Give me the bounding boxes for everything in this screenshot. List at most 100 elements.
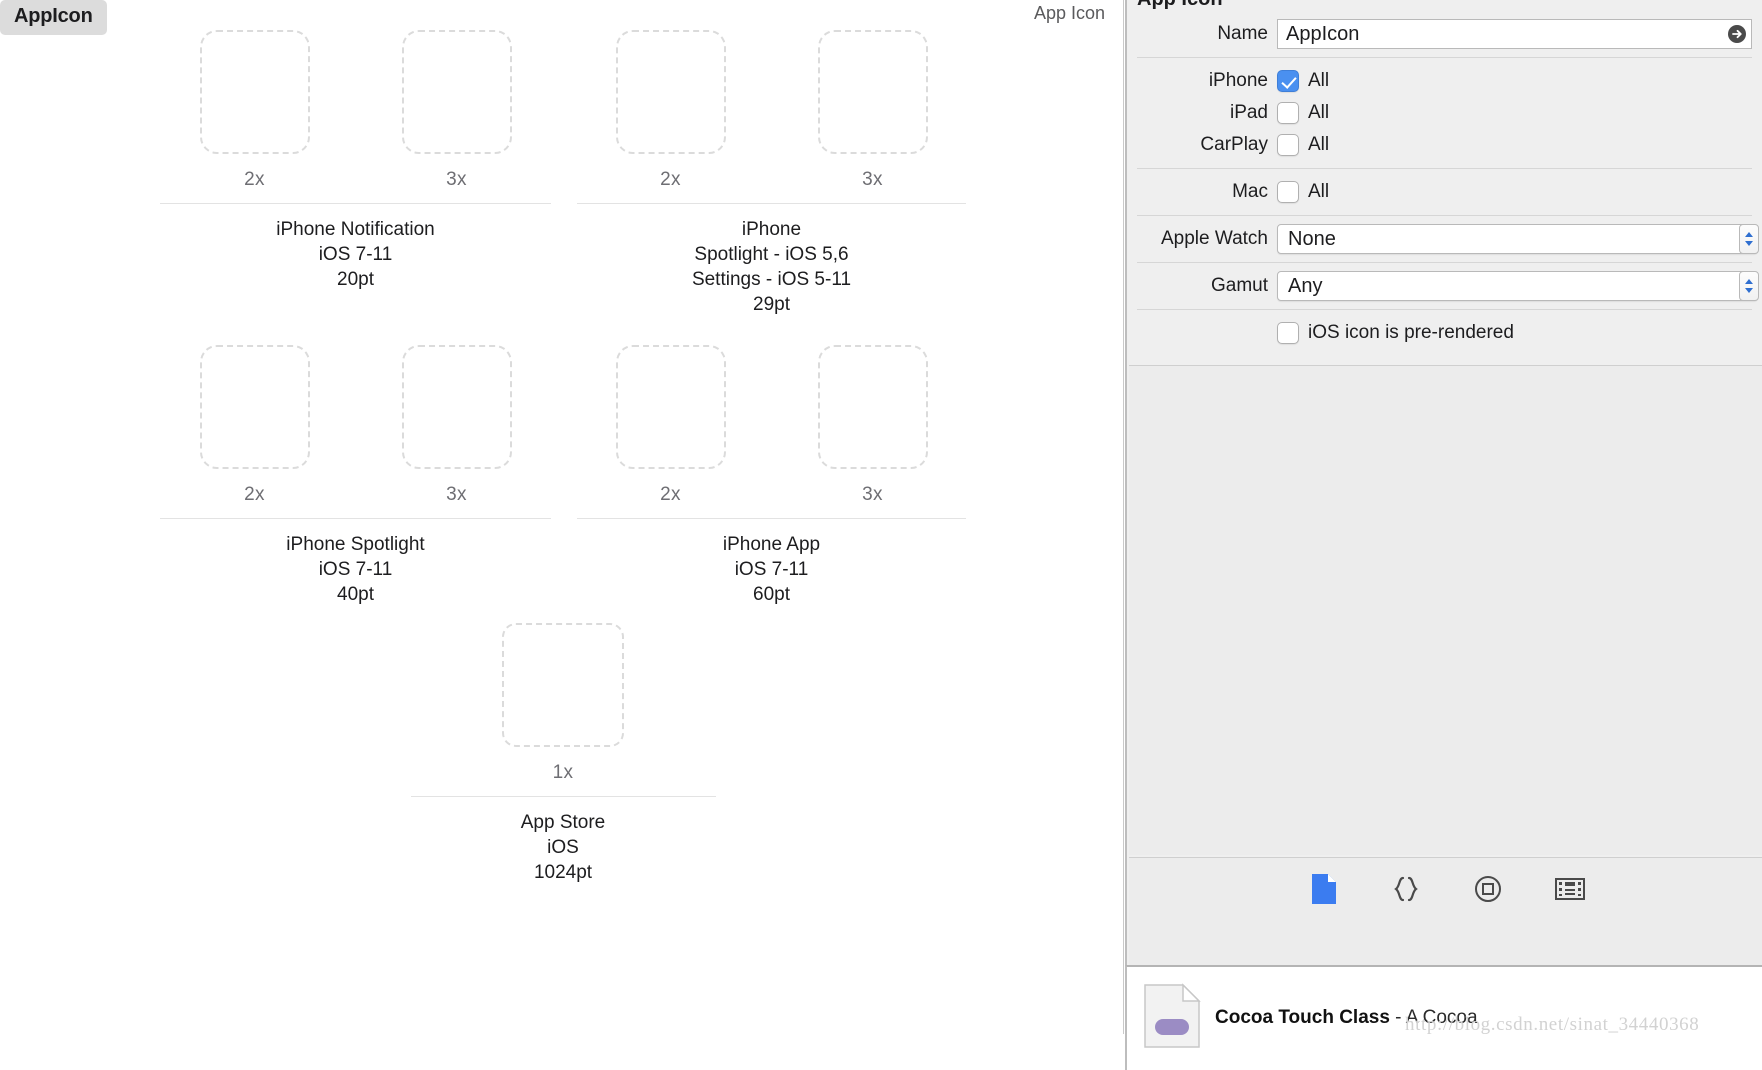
mac-checkbox-text: All bbox=[1308, 181, 1330, 202]
icon-drop-slot[interactable] bbox=[817, 30, 928, 154]
icon-drop-slot[interactable] bbox=[615, 30, 726, 154]
icon-slot-cell: 2x bbox=[154, 30, 356, 191]
row-name: Name AppIcon bbox=[1127, 18, 1762, 50]
group-caption: iPhone Spotlight - iOS 5,6 Settings - iO… bbox=[565, 217, 978, 317]
quick-help-braces-icon[interactable] bbox=[1389, 872, 1423, 906]
reveal-arrow-icon[interactable] bbox=[1727, 24, 1747, 44]
icon-drop-slot[interactable] bbox=[401, 30, 512, 154]
slot-row: 2x 3x bbox=[565, 345, 978, 506]
scale-label: 3x bbox=[862, 169, 883, 190]
apple-watch-popup-value: None bbox=[1288, 227, 1336, 250]
icon-group-iphone-notification: 2x 3x iPhone Notification iOS 7-11 20pt bbox=[148, 30, 563, 317]
caption-line: iOS 7-11 bbox=[734, 559, 809, 580]
iphone-checkbox[interactable] bbox=[1277, 70, 1299, 92]
gamut-label: Gamut bbox=[1210, 275, 1268, 296]
cocoa-touch-class-file-icon bbox=[1141, 983, 1203, 1049]
icon-drop-slot[interactable] bbox=[401, 345, 512, 469]
icon-drop-slot[interactable] bbox=[817, 345, 928, 469]
asset-chip-appicon[interactable]: AppIcon bbox=[0, 0, 107, 35]
row-iphone: iPhone All bbox=[1127, 65, 1762, 97]
inspector-section-header: App Icon bbox=[1127, 0, 1762, 11]
icon-group-iphone-spotlight: 2x 3x iPhone Spotlight iOS 7-11 40pt bbox=[148, 345, 563, 607]
attributes-inspector: App Icon Name AppIcon bbox=[1125, 0, 1762, 965]
icon-slot-cell: 2x bbox=[570, 30, 772, 191]
file-inspector-icon[interactable] bbox=[1307, 872, 1341, 906]
ipad-checkbox[interactable] bbox=[1277, 102, 1299, 124]
icon-drop-slot[interactable] bbox=[502, 623, 624, 747]
slot-row: 1x bbox=[356, 623, 771, 784]
prerendered-checkbox[interactable] bbox=[1277, 322, 1299, 344]
prerendered-label: iOS icon is pre-rendered bbox=[1308, 322, 1514, 343]
scale-label: 1x bbox=[552, 762, 574, 783]
slot-row: 2x 3x bbox=[565, 30, 978, 191]
scale-label: 3x bbox=[446, 484, 467, 505]
divider bbox=[1137, 168, 1752, 169]
carplay-checkbox[interactable] bbox=[1277, 134, 1299, 156]
icon-drop-slot[interactable] bbox=[199, 30, 310, 154]
divider bbox=[1137, 309, 1752, 310]
scale-label: 2x bbox=[660, 169, 681, 190]
identity-target-icon[interactable] bbox=[1471, 872, 1505, 906]
divider bbox=[1137, 57, 1752, 58]
scale-label: 2x bbox=[660, 484, 681, 505]
group-divider bbox=[577, 518, 966, 519]
icon-drop-slot[interactable] bbox=[615, 345, 726, 469]
apple-watch-stepper-icon[interactable] bbox=[1739, 224, 1759, 254]
ipad-label: iPad bbox=[1229, 102, 1268, 123]
ipad-checkbox-text: All bbox=[1308, 102, 1330, 123]
apple-watch-popup[interactable]: None bbox=[1277, 224, 1759, 254]
name-input[interactable]: AppIcon bbox=[1277, 19, 1752, 49]
group-caption: iPhone Spotlight iOS 7-11 40pt bbox=[148, 532, 563, 607]
carplay-label: CarPlay bbox=[1200, 134, 1268, 155]
caption-line: 40pt bbox=[337, 584, 374, 605]
row-gamut: Gamut Any bbox=[1127, 270, 1762, 302]
caption-line: iPhone App bbox=[722, 534, 821, 555]
caption-line: iOS bbox=[547, 837, 579, 858]
asset-detail-canvas: AppIcon App Icon 2x 3x iPhone Notificati… bbox=[0, 0, 1124, 1034]
inspector-tab-bar bbox=[1129, 857, 1762, 965]
caption-line: iOS 7-11 bbox=[318, 559, 393, 580]
group-divider bbox=[160, 518, 551, 519]
group-caption: App Store iOS 1024pt bbox=[356, 810, 771, 885]
caption-line: iPhone Spotlight bbox=[286, 534, 425, 555]
media-library-film-icon[interactable] bbox=[1553, 872, 1587, 906]
icon-group-row: 2x 3x iPhone Notification iOS 7-11 20pt bbox=[148, 30, 978, 317]
caption-line: 20pt bbox=[337, 269, 374, 290]
caption-line: 60pt bbox=[753, 584, 790, 605]
group-divider bbox=[410, 796, 716, 797]
library-item-text: Cocoa Touch Class - A Cocoa bbox=[1203, 983, 1478, 1029]
icon-slot-cell: 3x bbox=[772, 30, 974, 191]
utilities-inspector-panel: App Icon Name AppIcon bbox=[1125, 0, 1762, 1070]
apple-watch-label: Apple Watch bbox=[1160, 228, 1268, 249]
name-input-value: AppIcon bbox=[1286, 22, 1360, 45]
scale-label: 2x bbox=[244, 169, 265, 190]
mac-checkbox[interactable] bbox=[1277, 181, 1299, 203]
gamut-stepper-icon[interactable] bbox=[1739, 271, 1759, 301]
gamut-popup[interactable]: Any bbox=[1277, 271, 1759, 301]
row-prerendered: iOS icon is pre-rendered bbox=[1127, 317, 1762, 349]
group-caption: iPhone Notification iOS 7-11 20pt bbox=[148, 217, 563, 292]
icon-slot-cell: 2x bbox=[154, 345, 356, 506]
iphone-label: iPhone bbox=[1208, 70, 1268, 91]
mac-label: Mac bbox=[1232, 181, 1268, 202]
icon-slot-cell: 3x bbox=[772, 345, 974, 506]
caption-line: Settings - iOS 5-11 bbox=[691, 269, 852, 290]
library-panel: Cocoa Touch Class - A Cocoa bbox=[1125, 965, 1762, 1070]
library-item-title: Cocoa Touch Class bbox=[1215, 1007, 1390, 1028]
icon-slot-cell: 3x bbox=[356, 345, 558, 506]
row-mac: Mac All bbox=[1127, 176, 1762, 208]
xcode-asset-catalog-window: AppIcon App Icon 2x 3x iPhone Notificati… bbox=[0, 0, 1762, 1070]
caption-line: 29pt bbox=[753, 294, 790, 315]
icon-group-app-store: 1x App Store iOS 1024pt bbox=[356, 623, 771, 885]
inspector-field-list: Name AppIcon iPhone All iPad All CarPlay… bbox=[1127, 18, 1762, 349]
icon-drop-slot[interactable] bbox=[199, 345, 310, 469]
row-ipad: iPad All bbox=[1127, 97, 1762, 129]
icon-group-iphone-app: 2x 3x iPhone App iOS 7-11 60pt bbox=[563, 345, 978, 607]
scale-label: 2x bbox=[244, 484, 265, 505]
gamut-popup-value: Any bbox=[1288, 274, 1323, 297]
library-item[interactable]: Cocoa Touch Class - A Cocoa bbox=[1127, 967, 1762, 1049]
group-divider bbox=[577, 203, 966, 204]
row-carplay: CarPlay All bbox=[1127, 129, 1762, 161]
divider bbox=[1137, 262, 1752, 263]
divider bbox=[1137, 215, 1752, 216]
